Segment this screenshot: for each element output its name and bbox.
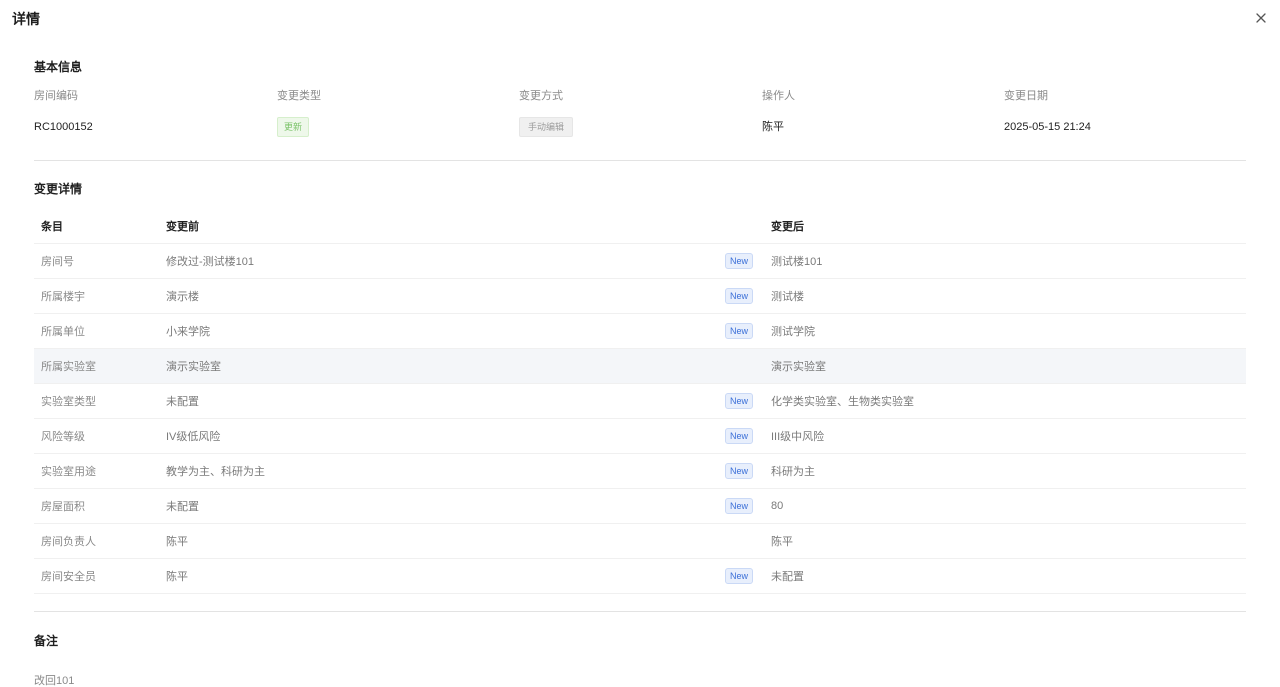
cell-item: 实验室用途 <box>41 466 96 478</box>
info-value: 手动编辑 <box>519 116 762 138</box>
change-details-table: 条目 变更前 变更后 房间号 修改过-测试楼101 New 测试楼101 所属楼宇 演示楼… <box>34 209 1246 594</box>
cell-badge: New <box>725 323 765 339</box>
table-header: 条目 变更前 变更后 <box>34 209 1246 244</box>
dialog-title: 详情 <box>12 11 40 27</box>
cell-before: 教学为主、科研为主 <box>166 466 265 478</box>
info-label: 变更日期 <box>1004 90 1048 102</box>
cell-badge: New <box>725 498 765 514</box>
cell-before: 未配置 <box>166 501 199 513</box>
cell-item: 房间负责人 <box>41 536 96 548</box>
cell-after: 80 <box>771 500 784 512</box>
cell-after: 未配置 <box>771 571 804 583</box>
dialog-header: 详情 <box>0 0 1280 36</box>
table-row: 房屋面积 未配置 New 80 <box>34 489 1246 524</box>
cell-item: 风险等级 <box>41 431 85 443</box>
column-header-after: 变更后 <box>771 221 804 233</box>
info-label: 变更方式 <box>519 90 563 102</box>
new-badge: New <box>725 428 754 444</box>
cell-item: 房间安全员 <box>41 571 96 583</box>
cell-before: 未配置 <box>166 396 199 408</box>
column-header-item: 条目 <box>41 221 63 233</box>
basic-info-grid: 房间编码 RC1000152 变更类型 更新 变更方式 手动编辑 操作人 陈平 <box>34 89 1246 138</box>
cell-after: III级中风险 <box>771 431 825 443</box>
new-badge: New <box>725 463 754 479</box>
cell-after: 测试学院 <box>771 326 815 338</box>
new-badge: New <box>725 288 754 304</box>
cell-after: 科研为主 <box>771 466 815 478</box>
cell-item: 房间号 <box>41 256 74 268</box>
divider <box>34 611 1246 612</box>
cell-badge: New <box>725 568 765 584</box>
table-row: 房间负责人 陈平 陈平 <box>34 524 1246 559</box>
section-title-remarks: 备注 <box>34 634 59 648</box>
info-field-change-type: 变更类型 更新 <box>277 89 519 138</box>
table-row: 所属实验室 演示实验室 演示实验室 <box>34 349 1246 384</box>
table-body: 房间号 修改过-测试楼101 New 测试楼101 所属楼宇 演示楼 New 测试楼所属单位 小… <box>34 244 1246 594</box>
table-row: 实验室类型 未配置 New 化学类实验室、生物类实验室 <box>34 384 1246 419</box>
column-header-before: 变更前 <box>166 221 199 233</box>
new-badge: New <box>725 568 754 584</box>
cell-before: 演示楼 <box>166 291 199 303</box>
cell-item: 所属实验室 <box>41 361 96 373</box>
remarks-text: 改回101 <box>34 675 75 687</box>
cell-before: 陈平 <box>166 571 188 583</box>
table-row: 所属单位 小来学院 New 测试学院 <box>34 314 1246 349</box>
close-icon <box>1256 13 1266 23</box>
cell-before: 修改过-测试楼101 <box>166 256 255 268</box>
cell-item: 实验室类型 <box>41 396 96 408</box>
cell-badge: New <box>725 463 765 479</box>
section-title-change-details: 变更详情 <box>34 182 83 196</box>
section-title-basic-info: 基本信息 <box>34 60 83 74</box>
info-value: 陈平 <box>762 121 784 133</box>
info-value: 更新 <box>277 116 519 138</box>
cell-after: 化学类实验室、生物类实验室 <box>771 396 914 408</box>
cell-badge: New <box>725 288 765 304</box>
info-field-change-method: 变更方式 手动编辑 <box>519 89 762 138</box>
change-type-tag: 更新 <box>277 117 310 138</box>
close-button[interactable] <box>1254 11 1268 25</box>
info-field-change-date: 变更日期 2025-05-15 21:24 <box>1004 89 1246 138</box>
cell-after: 测试楼101 <box>771 256 823 268</box>
table-row: 房间安全员 陈平 New 未配置 <box>34 559 1246 594</box>
new-badge: New <box>725 498 754 514</box>
cell-badge: New <box>725 253 765 269</box>
cell-item: 房屋面积 <box>41 501 85 513</box>
info-field-operator: 操作人 陈平 <box>762 89 1004 138</box>
divider <box>34 160 1246 161</box>
change-method-tag: 手动编辑 <box>519 117 574 138</box>
cell-item: 所属单位 <box>41 326 85 338</box>
cell-after: 测试楼 <box>771 291 804 303</box>
new-badge: New <box>725 323 754 339</box>
table-row: 所属楼宇 演示楼 New 测试楼 <box>34 279 1246 314</box>
info-value: 2025-05-15 21:24 <box>1004 121 1091 133</box>
info-field-room-code: 房间编码 RC1000152 <box>34 89 277 138</box>
table-row: 风险等级 IV级低风险 New III级中风险 <box>34 419 1246 454</box>
cell-before: 陈平 <box>166 536 188 548</box>
cell-badge: New <box>725 393 765 409</box>
cell-after: 演示实验室 <box>771 361 826 373</box>
new-badge: New <box>725 253 754 269</box>
details-dialog: 详情 基本信息 房间编码 RC1000152 变更类型 更新 变更方式 手动编辑… <box>0 0 1280 687</box>
cell-before: IV级低风险 <box>166 431 221 443</box>
table-row: 实验室用途 教学为主、科研为主 New 科研为主 <box>34 454 1246 489</box>
info-label: 房间编码 <box>34 90 78 102</box>
cell-item: 所属楼宇 <box>41 291 85 303</box>
cell-badge: New <box>725 428 765 444</box>
cell-before: 小来学院 <box>166 326 210 338</box>
info-label: 变更类型 <box>277 90 321 102</box>
cell-before: 演示实验室 <box>166 361 221 373</box>
info-value: RC1000152 <box>34 121 93 133</box>
info-label: 操作人 <box>762 90 795 102</box>
cell-after: 陈平 <box>771 536 793 548</box>
new-badge: New <box>725 393 754 409</box>
table-row: 房间号 修改过-测试楼101 New 测试楼101 <box>34 244 1246 279</box>
